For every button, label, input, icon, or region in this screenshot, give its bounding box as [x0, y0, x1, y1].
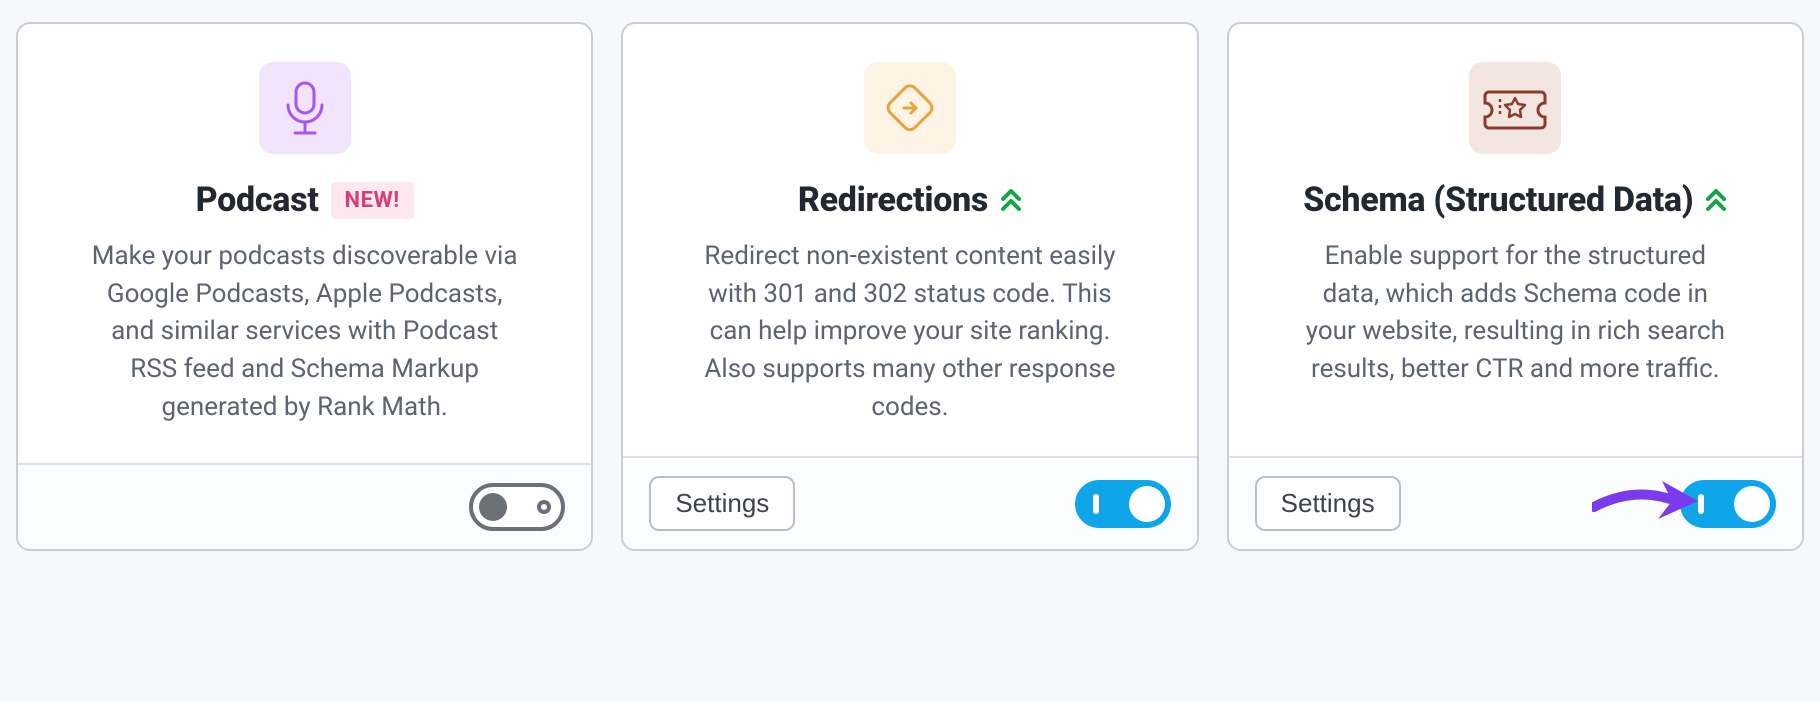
redirect-icon: [864, 62, 956, 154]
card-description: Enable support for the structured data, …: [1300, 238, 1730, 389]
new-badge: NEW!: [331, 182, 414, 219]
module-cards-row: Podcast NEW! Make your podcasts discover…: [16, 22, 1804, 551]
settings-button[interactable]: Settings: [649, 476, 795, 531]
redirections-card: Redirections Redirect non-existent conte…: [621, 22, 1198, 551]
podcast-card: Podcast NEW! Make your podcasts discover…: [16, 22, 593, 551]
card-description: Make your podcasts discoverable via Goog…: [90, 238, 520, 426]
card-footer: Settings: [1229, 456, 1802, 549]
redirections-toggle[interactable]: [1075, 480, 1171, 528]
card-title: Redirections: [798, 180, 988, 220]
card-title-row: Redirections: [798, 180, 1022, 220]
card-body: Schema (Structured Data) Enable support …: [1229, 24, 1802, 456]
card-body: Redirections Redirect non-existent conte…: [623, 24, 1196, 456]
card-title: Schema (Structured Data): [1303, 180, 1693, 220]
microphone-icon: [259, 62, 351, 154]
card-footer: [18, 463, 591, 549]
card-title-row: Schema (Structured Data): [1303, 180, 1727, 220]
card-title-row: Podcast NEW!: [196, 180, 414, 220]
chevron-up-icon: [1705, 188, 1727, 212]
card-title: Podcast: [196, 180, 319, 220]
podcast-toggle[interactable]: [469, 483, 565, 531]
chevron-up-icon: [1000, 188, 1022, 212]
card-description: Redirect non-existent content easily wit…: [695, 238, 1125, 426]
card-body: Podcast NEW! Make your podcasts discover…: [18, 24, 591, 463]
schema-toggle[interactable]: [1680, 480, 1776, 528]
schema-card: Schema (Structured Data) Enable support …: [1227, 22, 1804, 551]
ticket-star-icon: [1469, 62, 1561, 154]
card-footer: Settings: [623, 456, 1196, 549]
settings-button[interactable]: Settings: [1255, 476, 1401, 531]
